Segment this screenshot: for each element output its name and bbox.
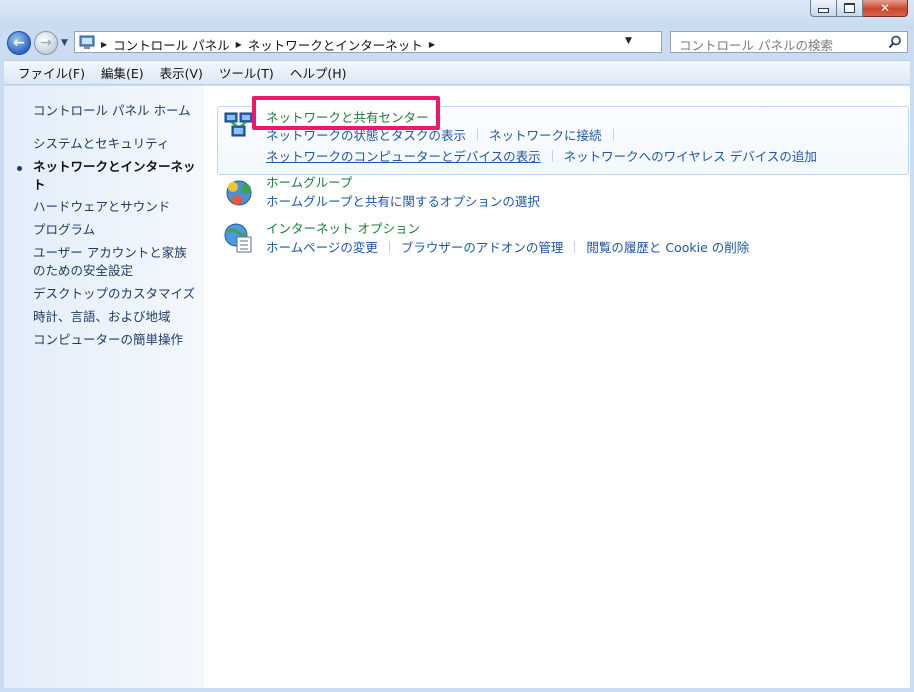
menu-edit[interactable]: 編集(E) [101,63,144,82]
sidebar-item-system-security[interactable]: システムとセキュリティ [33,135,169,153]
recent-pages-button[interactable]: ▼ [61,38,68,48]
network-tasks-row-2: ネットワークのコンピューターとデバイスの表示 ネットワークへのワイヤレス デバイ… [266,146,817,165]
task-delete-history-cookies[interactable]: 閲覧の履歴と Cookie の削除 [586,237,749,256]
category-title-homegroup[interactable]: ホームグループ [266,172,352,191]
sidebar-item-ease-of-access[interactable]: コンピューターの簡単操作 [33,331,183,349]
maximize-button[interactable] [837,0,863,17]
network-icon [224,112,253,137]
sidebar-item-hardware-sound[interactable]: ハードウェアとサウンド [33,198,170,216]
close-button[interactable]: ✕ [863,0,908,17]
sidebar-item-programs[interactable]: プログラム [33,221,95,239]
back-button[interactable]: ← [7,31,31,55]
internet-options-tasks-row: ホームページの変更 ブラウザーのアドオンの管理 閲覧の履歴と Cookie の削… [266,237,749,256]
search-placeholder: コントロール パネルの検索 [679,38,833,53]
menu-view[interactable]: 表示(V) [160,63,203,82]
sidebar-item-user-accounts[interactable]: ユーザー アカウントと家族のための安全設定 [33,244,199,280]
sidebar-item-clock-language[interactable]: 時計、言語、および地域 [33,308,171,326]
search-icon[interactable] [888,35,902,49]
task-separator [574,240,576,253]
address-row: ← → ▼ ▶ コントロール パネル ▶ ネットワークとインターネット ▶ ▼ … [0,28,914,58]
task-homegroup-options[interactable]: ホームグループと共有に関するオプションの選択 [266,191,540,210]
menu-file[interactable]: ファイル(F) [18,63,85,82]
task-view-network-status[interactable]: ネットワークの状態とタスクの表示 [266,125,466,144]
breadcrumb-separator-icon[interactable]: ▶ [101,40,107,49]
address-dropdown-icon[interactable]: ▼ [625,36,632,46]
task-connect-to-network[interactable]: ネットワークに接続 [489,125,602,144]
minimize-button[interactable] [810,0,837,17]
menu-help[interactable]: ヘルプ(H) [290,63,347,82]
internet-options-icon [224,223,252,253]
address-bar[interactable]: ▶ コントロール パネル ▶ ネットワークとインターネット ▶ ▼ ⇆ [74,31,732,54]
category-title-network-sharing-center[interactable]: ネットワークと共有センター [266,107,429,126]
title-bar: ✕ [0,0,914,28]
breadcrumb-separator-icon[interactable]: ▶ [236,40,242,49]
task-separator [551,149,553,162]
breadcrumb-network-internet[interactable]: ネットワークとインターネット [248,35,423,54]
category-title-internet-options[interactable]: インターネット オプション [266,218,420,237]
sidebar-item-home[interactable]: コントロール パネル ホーム [33,102,191,120]
network-tasks-row-1: ネットワークの状態とタスクの表示 ネットワークに接続 [266,125,625,144]
task-separator [388,240,390,253]
forward-button[interactable]: → [34,31,58,55]
homegroup-icon [226,180,252,206]
search-input[interactable]: コントロール パネルの検索 [670,31,908,53]
close-icon: ✕ [879,1,891,15]
homegroup-tasks-row: ホームグループと共有に関するオプションの選択 [266,191,540,210]
task-manage-addons[interactable]: ブラウザーのアドオンの管理 [401,237,564,256]
task-change-homepage[interactable]: ホームページの変更 [266,237,378,256]
chevron-down-icon: ▼ [61,38,68,48]
task-add-wireless-device[interactable]: ネットワークへのワイヤレス デバイスの追加 [564,146,817,165]
maximize-icon [844,3,855,13]
breadcrumb: ▶ コントロール パネル ▶ ネットワークとインターネット ▶ [101,35,435,54]
minimize-icon [818,8,829,13]
task-separator [612,128,614,141]
control-panel-icon [79,35,95,49]
arrow-left-icon: ← [13,35,25,51]
breadcrumb-control-panel[interactable]: コントロール パネル [113,35,229,54]
task-view-network-computers[interactable]: ネットワークのコンピューターとデバイスの表示 [266,146,541,165]
sidebar: コントロール パネル ホーム システムとセキュリティ ネットワークとインターネッ… [4,86,204,688]
menu-tools[interactable]: ツール(T) [219,63,274,82]
sidebar-item-network-internet: ネットワークとインターネット [33,159,196,192]
current-item-bullet [17,166,22,171]
content-area: コントロール パネル ホーム システムとセキュリティ ネットワークとインターネッ… [4,86,910,688]
breadcrumb-separator-icon[interactable]: ▶ [429,40,435,49]
task-separator [477,128,479,141]
menu-bar: ファイル(F) 編集(E) 表示(V) ツール(T) ヘルプ(H) [4,60,910,85]
arrow-right-icon: → [40,35,52,51]
sidebar-item-appearance[interactable]: デスクトップのカスタマイズ [33,285,195,303]
